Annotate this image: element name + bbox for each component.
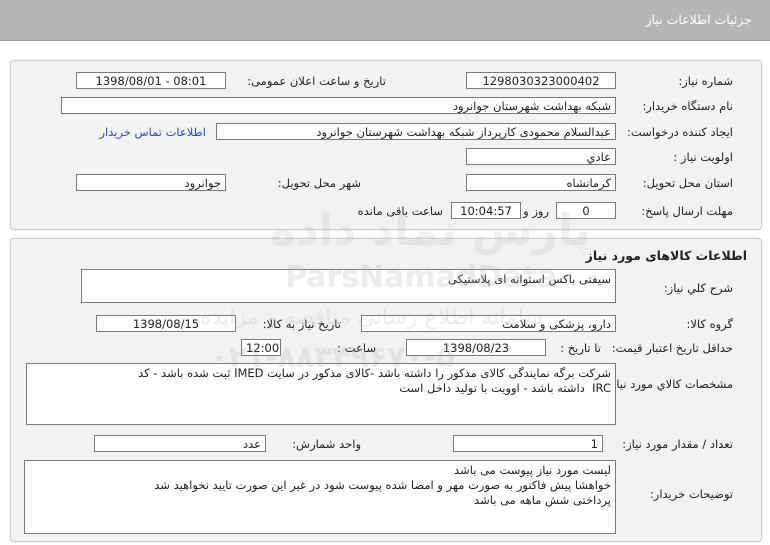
hour-label: ساعت : xyxy=(337,341,376,355)
specs-field: شرکت برگه نمایندگی کالای مذکور را داشته … xyxy=(26,363,616,425)
buyer-org-field: شبکه بهداشت شهرستان جوانرود xyxy=(61,97,616,114)
need-number-label: شماره نیاز: xyxy=(678,74,733,88)
notes-line-3: پرداختی شش ماهه می باشد xyxy=(474,493,611,507)
buyer-contact-link[interactable]: اطلاعات تماس خریدار xyxy=(99,125,206,139)
specs-label: مشخصات کالاي مورد نياز: xyxy=(606,377,733,391)
deadline-days-field: 0 xyxy=(556,202,616,219)
announce-datetime-field: 1398/08/01 - 08:01 xyxy=(76,72,226,89)
goods-section-title: اطلاعات کالاهای مورد نیاز xyxy=(585,248,747,263)
specs-line-1: شرکت برگه نمایندگی کالای مذکور را داشته … xyxy=(138,366,611,380)
priority-label: اولویت نیاز : xyxy=(673,150,733,164)
description-text: سیفتی باکس استوانه ای پلاستیکی xyxy=(447,272,611,286)
requester-label: ایجاد کننده درخواست: xyxy=(627,125,733,139)
deadline-label: مهلت ارسال پاسخ: xyxy=(641,204,733,218)
unit-label: واحد شمارش: xyxy=(292,437,361,451)
until-date-label: تا تاریخ : xyxy=(560,341,601,355)
page-header: جزئیات اطلاعات نیاز xyxy=(0,0,770,41)
need-date-field: 1398/08/15 xyxy=(96,315,236,332)
specs-line-2: IRC داشته باشد - اوویت با تولید داخل است xyxy=(399,381,611,395)
quantity-field: 1 xyxy=(453,435,603,452)
validity-time-field: 12:00 xyxy=(241,339,281,356)
need-number-field: 1298030323000402 xyxy=(466,72,616,89)
validity-date-field: 1398/08/23 xyxy=(406,339,546,356)
description-label: شرح کلي نياز: xyxy=(663,281,733,295)
notes-line-2: خواهشا پیش فاکتور به صورت مهر و امضا شده… xyxy=(154,478,611,492)
remaining-label: ساعت باقی مانده xyxy=(357,204,443,218)
unit-field: عدد xyxy=(94,435,266,452)
notes-field: لیست مورد نیاز پیوست می باشد خواهشا پیش … xyxy=(24,460,616,534)
province-field: کرمانشاه xyxy=(466,174,616,191)
announce-datetime-label: تاریخ و ساعت اعلان عمومی: xyxy=(247,74,386,88)
description-field: سیفتی باکس استوانه ای پلاستیکی xyxy=(81,269,616,303)
province-label: استان محل تحویل: xyxy=(642,176,733,190)
priority-field: عادي xyxy=(466,148,616,165)
buyer-org-label: نام دستگاه خریدار: xyxy=(642,99,733,113)
validity-label: حداقل تاریخ اعتبار قیمت: xyxy=(611,341,733,355)
quantity-label: تعداد / مقدار مورد نیاز: xyxy=(622,437,733,451)
goods-info-panel: اطلاعات کالاهای مورد نیاز شرح کلي نياز: … xyxy=(10,238,762,542)
page-title: جزئیات اطلاعات نیاز xyxy=(645,12,752,27)
group-field: دارو، پزشکی و سلامت xyxy=(361,315,616,332)
requester-field: عبدالسلام محمودی کارپرداز شبکه بهداشت شه… xyxy=(216,123,616,140)
deadline-time-field: 10:04:57 xyxy=(451,202,521,219)
notes-line-1: لیست مورد نیاز پیوست می باشد xyxy=(454,463,611,477)
group-label: گروه کالا: xyxy=(686,317,733,331)
city-field: جوانرود xyxy=(76,174,226,191)
need-date-label: تاریخ نیاز به کالا: xyxy=(262,317,341,331)
city-label: شهر محل تحویل: xyxy=(277,176,361,190)
notes-label: توضیحات خریدار: xyxy=(649,487,733,501)
days-and-label: روز و xyxy=(523,204,549,218)
need-info-panel: شماره نیاز: 1298030323000402 تاریخ و ساع… xyxy=(10,60,762,230)
